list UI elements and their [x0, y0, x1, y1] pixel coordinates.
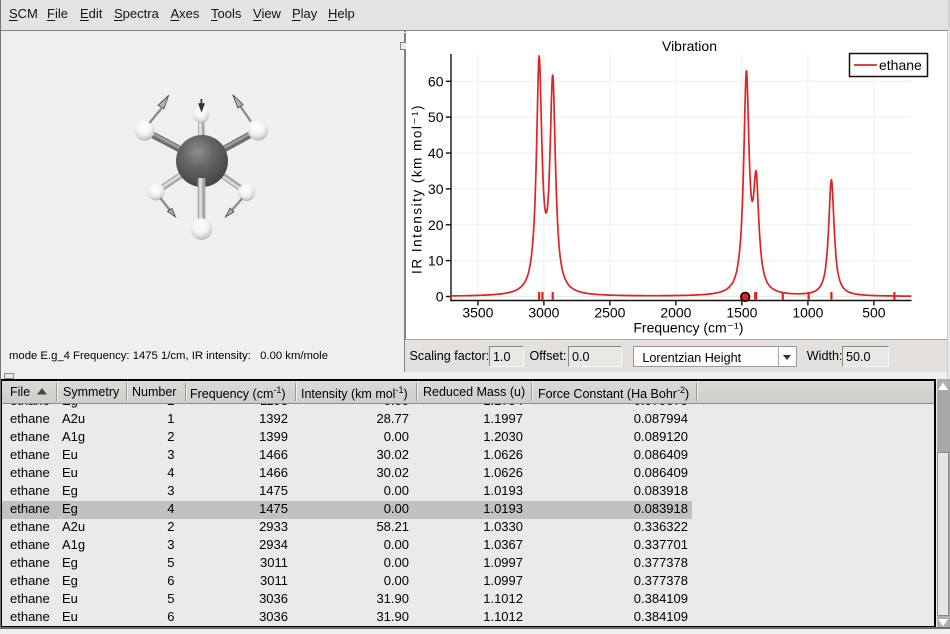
svg-text:500: 500: [862, 305, 886, 321]
svg-text:3500: 3500: [462, 305, 493, 321]
svg-text:Frequency (cm⁻¹): Frequency (cm⁻¹): [633, 320, 743, 336]
svg-text:1000: 1000: [792, 305, 823, 321]
svg-text:40: 40: [428, 145, 444, 161]
svg-text:10: 10: [428, 253, 444, 269]
svg-text:Vibration: Vibration: [662, 38, 717, 54]
svg-text:3000: 3000: [528, 305, 559, 321]
svg-text:20: 20: [428, 217, 444, 233]
svg-text:60: 60: [428, 73, 444, 89]
svg-text:1500: 1500: [726, 305, 757, 321]
svg-text:ethane: ethane: [879, 57, 922, 73]
svg-text:2000: 2000: [660, 305, 691, 321]
svg-text:30: 30: [428, 181, 444, 197]
svg-text:0: 0: [436, 289, 444, 305]
svg-text:2500: 2500: [594, 305, 625, 321]
svg-text:IR Intensity (km mol⁻¹): IR Intensity (km mol⁻¹): [410, 104, 425, 274]
svg-text:50: 50: [428, 109, 444, 125]
